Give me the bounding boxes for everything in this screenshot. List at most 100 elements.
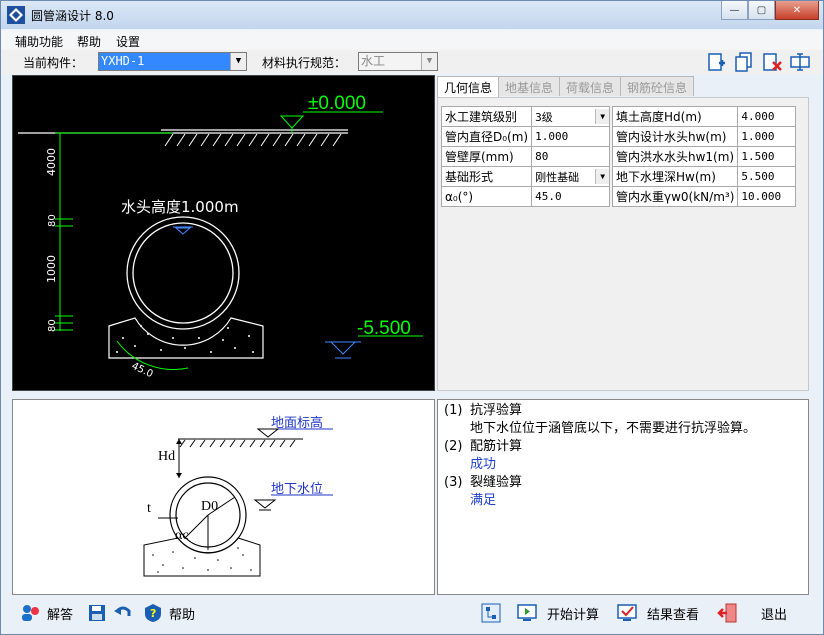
answer-button[interactable]: 解答 [21,603,73,623]
component-label: 当前构件： [23,56,84,70]
bottom-toolbar: 解答 ? 帮助 开始计算 结果查看 退出 [1,597,823,633]
property-select[interactable]: 刚性基础 ▼ [531,166,611,187]
property-key: 管内直径D₀(m) [440,126,533,147]
result-heading: (3) 裂缝验算 [444,474,802,492]
property-value: 1.500 [741,150,775,163]
result-number: (3) [444,475,463,490]
d0-label: D0 [201,499,218,514]
property-row: 填土高度Hd(m) 4.000 [611,106,797,127]
title-bar: 圆管涵设计 8.0 — ▢ ✕ [1,1,823,29]
dim-80a-label: 80 [47,214,58,227]
property-key: 管内水重γw0(kN/m³) [611,186,739,207]
tab-bar: 几何信息 地基信息 荷载信息 钢筋砼信息 [437,76,695,98]
property-key: 管内洪水水头hw1(m) [611,146,739,167]
dim-1000-label: 1000 [45,255,58,283]
exit-button[interactable]: 退出 [717,603,787,623]
dim-80b-label: 80 [47,319,58,332]
component-select[interactable]: YXHD-1 ▼ [98,52,247,71]
tab-geometry[interactable]: 几何信息 [437,76,500,98]
property-value-input[interactable]: 1.000 [531,126,611,147]
menu-help[interactable]: 帮助 [77,33,101,50]
result-detail[interactable]: 满足 [444,492,802,510]
results-pane: (1) 抗浮验算地下水位位于涵管底以下，不需要进行抗浮验算。 (2) 配筋计算成功 (3… [437,399,809,595]
spec-value: 水工 [361,54,386,68]
property-value-input[interactable]: 10.000 [737,186,797,207]
property-value-input[interactable]: 45.0 [531,186,611,207]
geometry-right-table: 填土高度Hd(m) 4.000 管内设计水头hw(m) 1.000 管内洪水水头hw1(… [611,106,797,207]
property-value-input[interactable]: 1.000 [737,126,797,147]
tab-foundation[interactable]: 地基信息 [498,76,561,96]
close-button[interactable]: ✕ [775,1,819,20]
property-row: 管壁厚(mm) 80 [440,146,611,167]
result-detail[interactable]: 成功 [444,456,802,474]
model-tree-icon[interactable] [481,603,501,623]
chevron-down-icon: ▼ [421,53,437,70]
cad-drawing: ±0.000 4000 80 1000 80 水头高度1.000m 45.0 -… [18,93,423,380]
alpha-label: αc [175,528,189,543]
start-calc-button[interactable]: 开始计算 [517,603,599,623]
property-key: α₀(°) [440,186,533,207]
property-value: 80 [535,150,549,163]
help-button[interactable]: ? 帮助 [143,603,195,623]
minimize-button[interactable]: — [721,1,748,20]
cad-drawing-pane[interactable]: ±0.000 4000 80 1000 80 水头高度1.000m 45.0 -… [12,75,435,391]
property-key: 管内设计水头hw(m) [611,126,739,147]
menu-settings[interactable]: 设置 [116,33,140,50]
property-value: 3级 [535,110,553,124]
result-detail: 地下水位位于涵管底以下，不需要进行抗浮验算。 [470,421,757,436]
property-value: 刚性基础 [535,170,580,184]
window-title: 圆管涵设计 8.0 [31,9,114,23]
component-row: 当前构件： YXHD-1 ▼ 材料执行规范： 水工 ▼ [1,50,823,74]
property-value: 1.000 [741,130,775,143]
property-value-input[interactable]: 4.000 [737,106,797,127]
monitor-play-icon [517,604,537,621]
result-title: 抗浮验算 [470,403,523,418]
chevron-down-icon: ▼ [595,169,610,184]
property-row: 管内洪水水头hw1(m) 1.500 [611,146,797,167]
property-value: 10.000 [741,190,782,203]
view-results-label: 结果查看 [647,607,700,623]
result-title: 配筋计算 [470,439,523,454]
ground-label: 地面标高 [271,415,323,431]
tab-rebar[interactable]: 钢筋砼信息 [620,76,695,96]
property-key: 水工建筑级别 [440,106,533,127]
component-value: YXHD-1 [101,54,145,68]
rename-component-icon[interactable] [789,51,811,73]
copy-component-icon[interactable] [733,51,755,73]
property-key: 填土高度Hd(m) [611,106,739,127]
help-icon: ? [145,604,161,622]
app-window: 圆管涵设计 8.0 — ▢ ✕ 辅助功能 帮助 设置 当前构件： YXHD-1 … [0,0,824,635]
chevron-down-icon: ▼ [230,53,246,70]
menu-tools[interactable]: 辅助功能 [15,33,63,50]
schematic-drawing: 地面标高 Hd 地下水位 D0 αc t [143,415,333,577]
check-monitor-icon [617,604,637,621]
save-icon[interactable] [87,603,107,623]
result-number: (2) [444,439,463,454]
delete-component-icon[interactable] [761,51,783,73]
property-value-input[interactable]: 1.500 [737,146,797,167]
property-row: 管内设计水头hw(m) 1.000 [611,126,797,147]
spec-label: 材料执行规范： [262,56,347,70]
new-component-icon[interactable] [705,51,727,73]
property-row: 水工建筑级别 3级 ▼ [440,106,611,127]
view-results-button[interactable]: 结果查看 [617,603,699,623]
tab-load[interactable]: 荷载信息 [559,76,622,96]
schematic-pane: 地面标高 Hd 地下水位 D0 αc t [12,399,435,595]
result-number: (1) [444,403,463,418]
property-value-input[interactable]: 80 [531,146,611,167]
undo-icon[interactable] [113,603,133,623]
svg-text:?: ? [150,607,156,620]
chevron-down-icon: ▼ [595,109,610,124]
maximize-button[interactable]: ▢ [748,1,775,20]
groundwater-label: 地下水位 [271,482,323,497]
help-label: 帮助 [169,607,196,623]
people-icon [22,605,39,621]
bottom-elevation-label: -5.500 [357,318,411,339]
property-select[interactable]: 3级 ▼ [531,106,611,127]
property-value-input[interactable]: 5.500 [737,166,797,187]
property-row: 管内水重γw0(kN/m³) 10.000 [611,186,797,207]
spec-select[interactable]: 水工 ▼ [358,52,438,71]
property-key: 地下水埋深Hw(m) [611,166,739,187]
property-value: 45.0 [535,190,562,203]
property-row: 地下水埋深Hw(m) 5.500 [611,166,797,187]
